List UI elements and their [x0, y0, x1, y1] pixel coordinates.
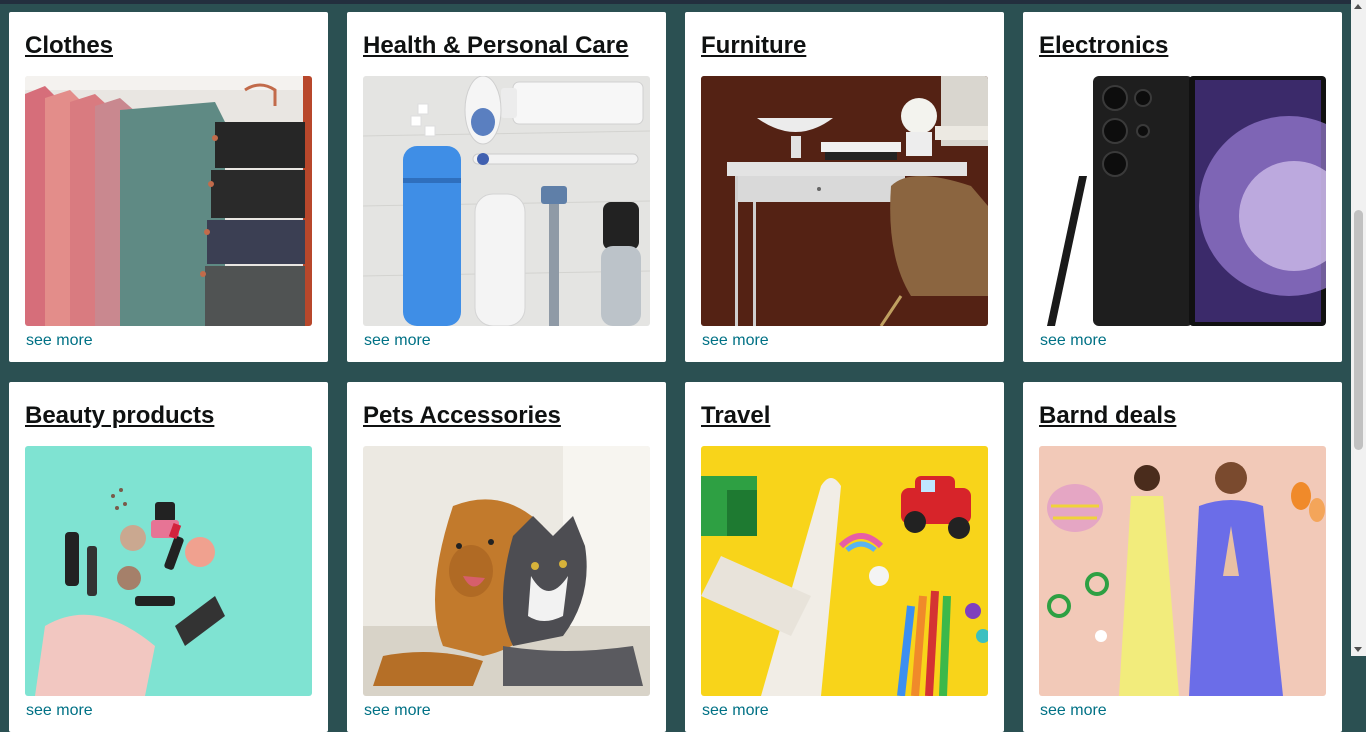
category-card-furniture: Furniture see more: [685, 12, 1004, 362]
furniture-image[interactable]: [701, 76, 988, 326]
card-title[interactable]: Pets Accessories: [363, 382, 650, 430]
see-more-link[interactable]: see more: [702, 702, 769, 720]
card-title[interactable]: Clothes: [25, 12, 312, 60]
see-more-link[interactable]: see more: [364, 332, 431, 350]
beauty-image[interactable]: [25, 446, 312, 696]
pets-image[interactable]: [363, 446, 650, 696]
scroll-up-icon[interactable]: [1354, 4, 1362, 9]
card-title[interactable]: Travel: [701, 382, 988, 430]
vertical-scrollbar[interactable]: [1351, 0, 1366, 656]
category-card-travel: Travel see more: [685, 382, 1004, 732]
category-card-pets: Pets Accessories see more: [347, 382, 666, 732]
fashion-image[interactable]: [1039, 446, 1326, 696]
category-card-clothes: Clothes see more: [9, 12, 328, 362]
see-more-link[interactable]: see more: [364, 702, 431, 720]
card-title[interactable]: Barnd deals: [1039, 382, 1326, 430]
see-more-link[interactable]: see more: [1040, 332, 1107, 350]
clothes-image[interactable]: [25, 76, 312, 326]
top-bar: [0, 0, 1366, 4]
category-card-electronics: Electronics see more: [1023, 12, 1342, 362]
card-title[interactable]: Furniture: [701, 12, 988, 60]
scrollbar-thumb[interactable]: [1354, 210, 1363, 450]
see-more-link[interactable]: see more: [26, 702, 93, 720]
card-title[interactable]: Beauty products: [25, 382, 312, 430]
smartphone-image[interactable]: [1039, 76, 1326, 326]
category-card-brand-deals: Barnd deals see more: [1023, 382, 1342, 732]
see-more-link[interactable]: see more: [1040, 702, 1107, 720]
card-title[interactable]: Health & Personal Care: [363, 12, 650, 60]
see-more-link[interactable]: see more: [26, 332, 93, 350]
scroll-down-icon[interactable]: [1354, 647, 1362, 652]
category-card-beauty: Beauty products see more: [9, 382, 328, 732]
card-title[interactable]: Electronics: [1039, 12, 1326, 60]
see-more-link[interactable]: see more: [702, 332, 769, 350]
travel-image[interactable]: [701, 446, 988, 696]
toiletries-image[interactable]: [363, 76, 650, 326]
category-card-health: Health & Personal Care see more: [347, 12, 666, 362]
